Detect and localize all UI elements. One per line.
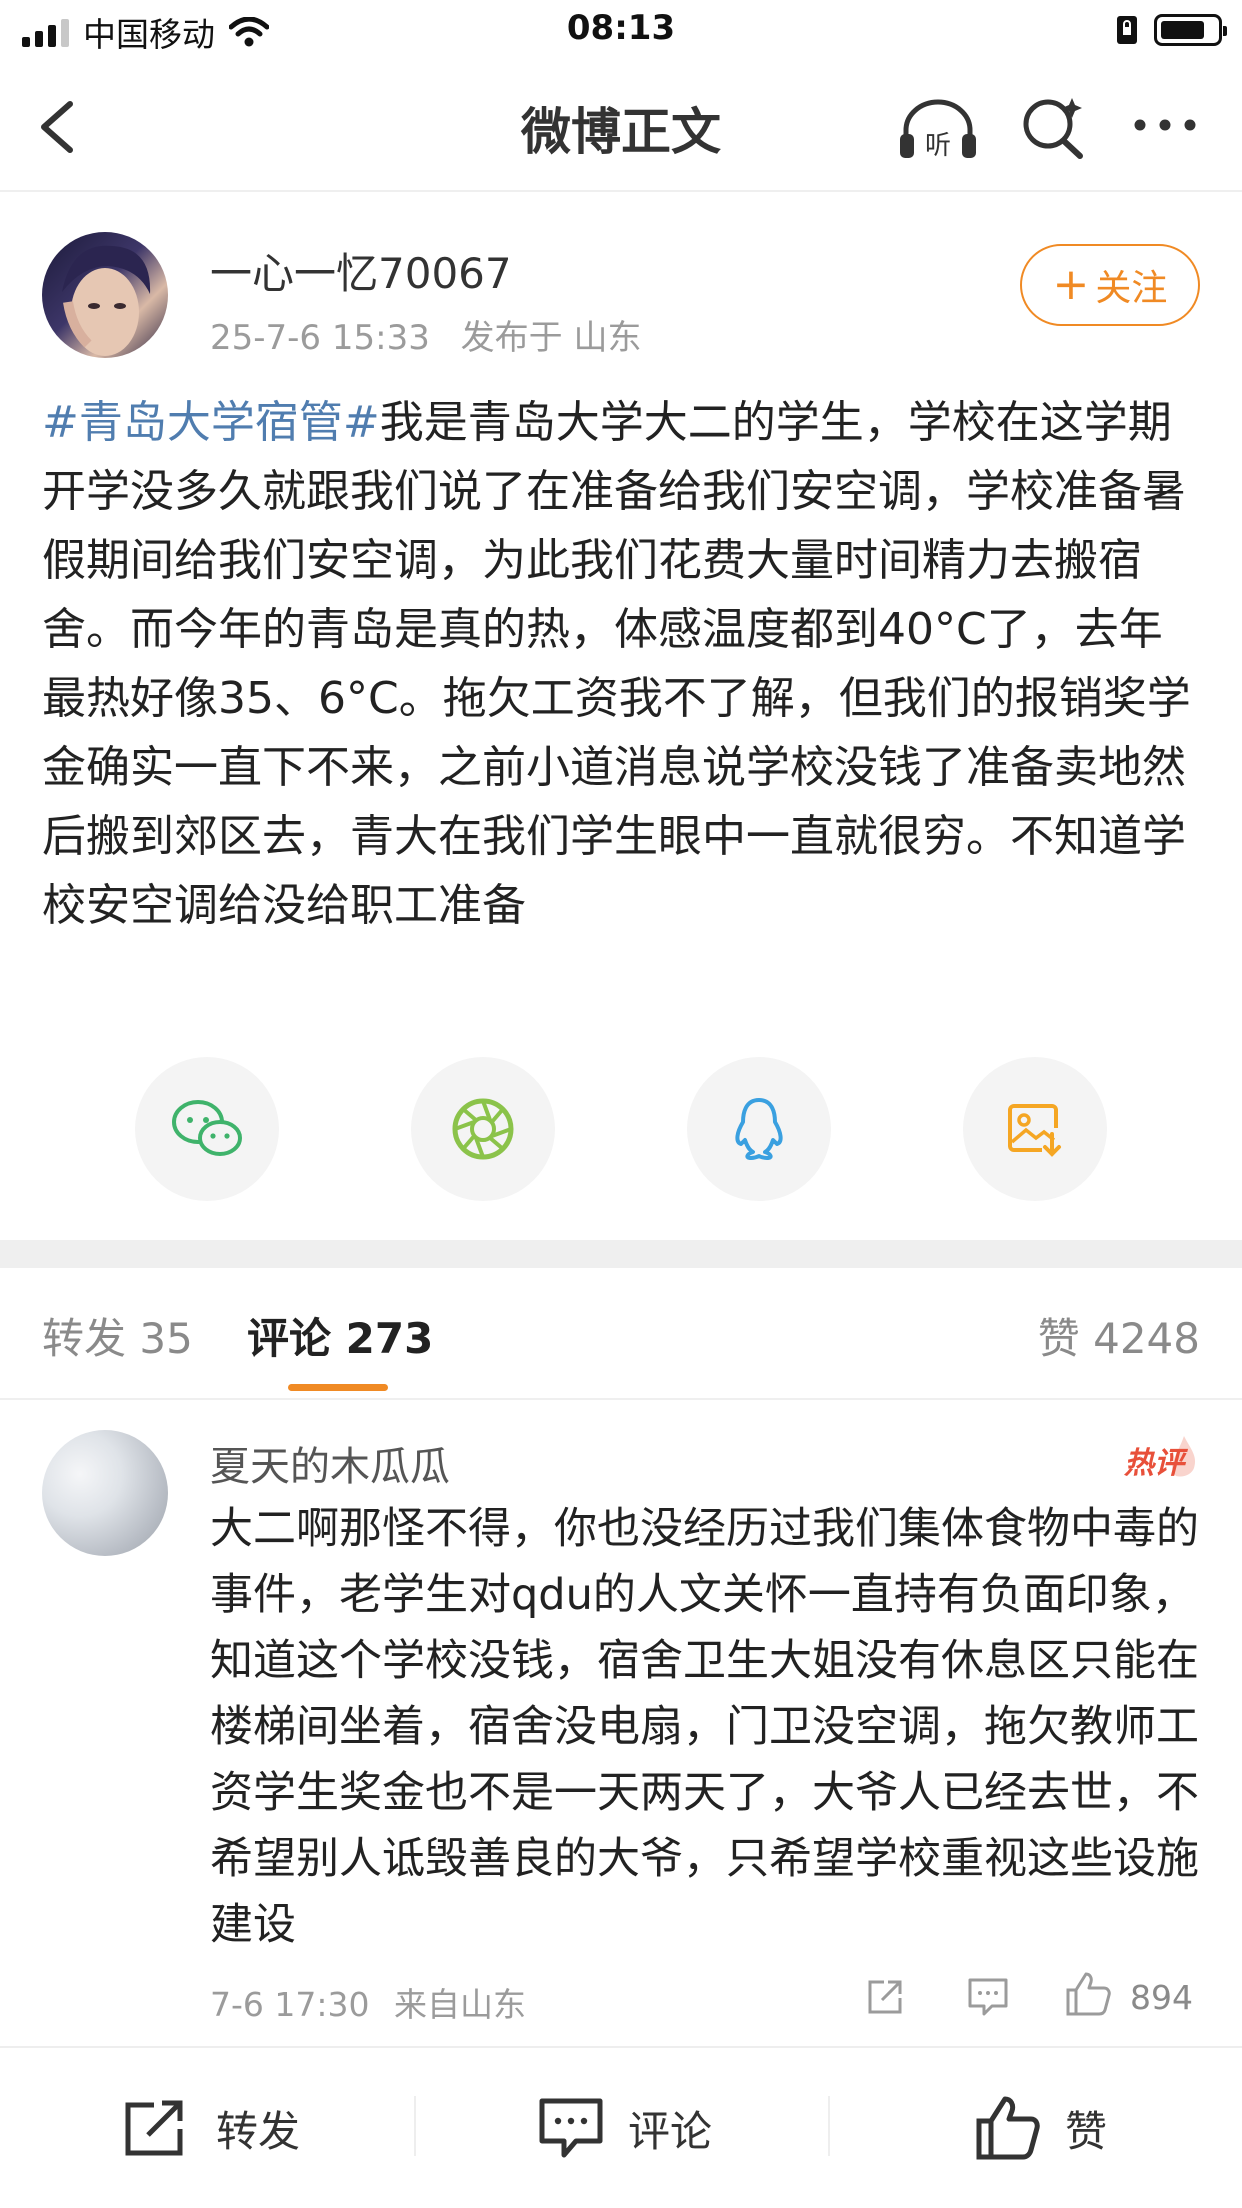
share-moments-button[interactable] [411, 1057, 555, 1201]
repost-label: 转发 [216, 2106, 301, 2156]
toolbar-separator [414, 2096, 416, 2156]
comment-author-name[interactable]: 夏天的木瓜瓜 [210, 1434, 450, 1492]
tab-likes[interactable]: 赞 4248 [1038, 1305, 1200, 1366]
comment-icon [539, 2098, 603, 2158]
status-time: 08:13 [566, 8, 676, 48]
save-image-button[interactable] [963, 1057, 1107, 1201]
comment-author-avatar[interactable] [42, 1430, 168, 1556]
share-wechat-button[interactable] [135, 1057, 279, 1201]
listen-icon[interactable]: 听 [896, 94, 980, 164]
listen-icon-label: 听 [925, 131, 951, 161]
tab-comments[interactable]: 评论 273 [247, 1305, 433, 1366]
avatar-image [62, 245, 151, 356]
battery-icon [1154, 14, 1227, 46]
share-qq-button[interactable] [687, 1057, 831, 1201]
repost-button[interactable]: 转发 [122, 2048, 300, 2208]
post-author-name[interactable]: 一心一忆70067 [210, 240, 512, 301]
save-image-icon [1008, 1104, 1061, 1157]
comment-like-count: 894 [1130, 1978, 1193, 2017]
comment-text: 大二啊那怪不得，你也没经历过我们集体食物中毒的事件，老学生对qdu的人文关怀一直… [210, 1504, 1199, 1950]
bottom-toolbar: 转发 评论 赞 [0, 2046, 1242, 2208]
status-right [1116, 14, 1227, 46]
post-author-avatar[interactable] [42, 232, 168, 358]
follow-label: 关注 [1095, 268, 1168, 309]
post-text: 我是青岛大学大二的学生，学校在这学期开学没多久就跟我们说了在准备给我们安空调，学… [42, 397, 1191, 931]
comment-label: 评论 [628, 2106, 713, 2156]
search-icon[interactable] [1018, 92, 1088, 162]
comment-source: 来自山东 [394, 1985, 526, 2024]
post-location: 发布于 山东 [460, 318, 642, 358]
qq-icon [735, 1098, 783, 1160]
tab-active-indicator [288, 1384, 388, 1391]
like-label: 赞 [1065, 2106, 1108, 2156]
hot-comment-label: 热评 [1124, 1446, 1184, 1481]
post-hashtag[interactable]: #青岛大学宿管# [42, 397, 380, 448]
status-bar: 中国移动 08:13 [0, 0, 1242, 62]
toolbar-separator [828, 2096, 830, 2156]
comment-like-icon[interactable] [1064, 1970, 1112, 2018]
hot-comment-badge: 热评 [1120, 1426, 1200, 1481]
post-meta: 25-7-6 15:33 发布于 山东 [210, 310, 641, 359]
tab-reposts[interactable]: 转发 35 [42, 1305, 193, 1366]
comment-button[interactable]: 评论 [538, 2048, 712, 2208]
nav-bar: 微博正文 听 [0, 62, 1242, 192]
post-body: #青岛大学宿管#我是青岛大学大二的学生，学校在这学期开学没多久就跟我们说了在准备… [42, 388, 1202, 940]
like-button[interactable]: 赞 [975, 2048, 1107, 2208]
tabs-divider [0, 1398, 1242, 1400]
comment-meta: 7-6 17:30 来自山东 [210, 1978, 526, 2026]
follow-button[interactable]: + 关注 [1020, 244, 1200, 326]
like-icon [976, 2096, 1040, 2160]
plus-icon: + [1052, 259, 1090, 310]
comment-share-icon[interactable] [864, 1976, 906, 2018]
wechat-icon [172, 1100, 242, 1156]
orientation-lock-icon [1117, 16, 1137, 44]
section-divider [0, 1240, 1242, 1268]
moments-icon [452, 1098, 514, 1160]
comment-reply-icon[interactable] [966, 1976, 1010, 2018]
comment-time: 7-6 17:30 [210, 1985, 370, 2024]
repost-icon [125, 2100, 183, 2156]
post-timestamp: 25-7-6 15:33 [210, 318, 430, 358]
more-icon[interactable] [1130, 110, 1200, 140]
